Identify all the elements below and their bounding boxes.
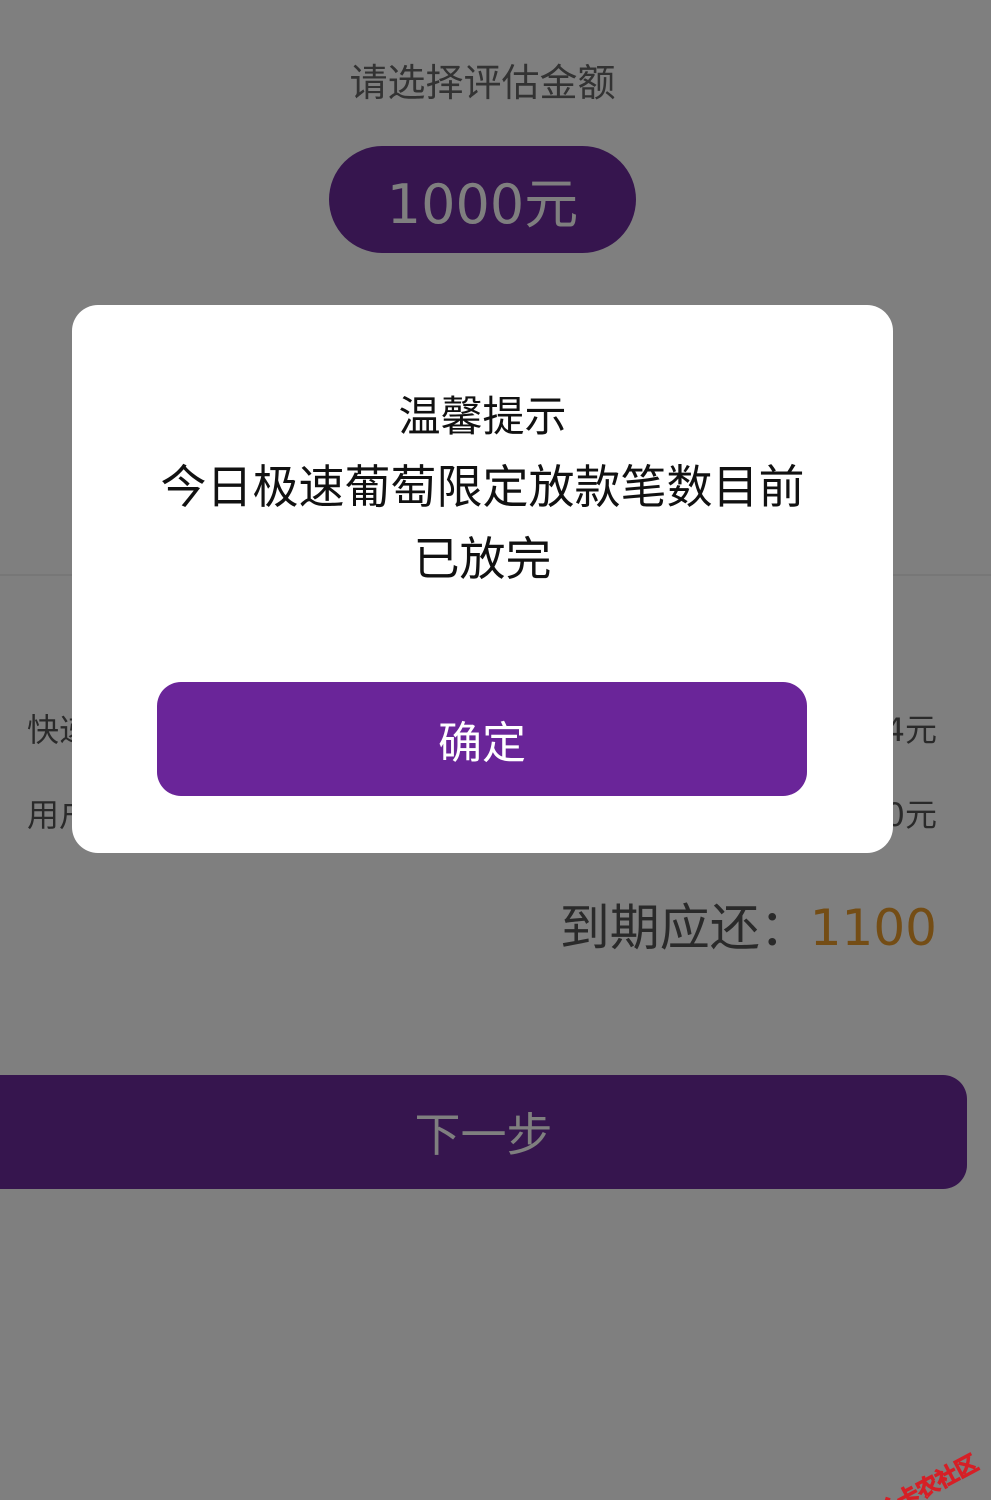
dialog-title: 温馨提示 — [398, 392, 567, 441]
dialog-message-line: 已放完 — [413, 532, 552, 586]
page: 请选择评估金额 1000元 快递 4元 用户 0元 到期应还：1100 下一步 … — [0, 0, 991, 1500]
confirm-button[interactable]: 确定 — [157, 682, 807, 796]
dialog-message: 今日极速葡萄限定放款笔数目前 已放完 — [132, 451, 833, 595]
dialog-message-line: 今日极速葡萄限定放款笔数目前 — [160, 460, 805, 514]
notice-dialog: 温馨提示 今日极速葡萄限定放款笔数目前 已放完 确定 — [72, 305, 893, 853]
